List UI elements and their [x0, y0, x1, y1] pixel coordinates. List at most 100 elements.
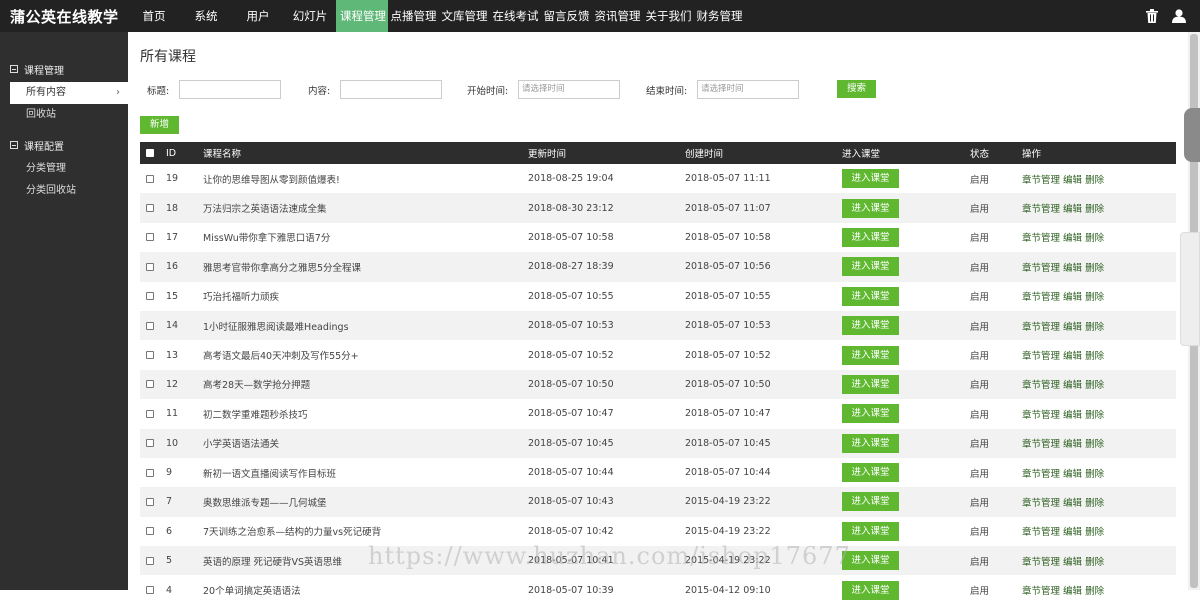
sidebar-item-category-recycle-bin[interactable]: 分类回收站 — [0, 180, 128, 202]
chapter-management-link[interactable]: 章节管理 — [1022, 469, 1060, 480]
edit-link[interactable]: 编辑 — [1063, 410, 1082, 421]
content-filter-input[interactable] — [340, 80, 442, 99]
chapter-management-link[interactable]: 章节管理 — [1022, 175, 1060, 186]
chapter-management-link[interactable]: 章节管理 — [1022, 322, 1060, 333]
chapter-management-link[interactable]: 章节管理 — [1022, 380, 1060, 391]
edit-link[interactable]: 编辑 — [1063, 233, 1082, 244]
row-checkbox[interactable] — [146, 586, 154, 595]
row-checkbox[interactable] — [146, 351, 154, 360]
edit-link[interactable]: 编辑 — [1063, 322, 1082, 333]
chapter-management-link[interactable]: 章节管理 — [1022, 410, 1060, 421]
delete-link[interactable]: 删除 — [1085, 292, 1104, 303]
enter-class-button[interactable]: 进入课堂 — [842, 521, 899, 541]
nav-about-us[interactable]: 关于我们 — [643, 0, 694, 32]
end-time-input[interactable]: 请选择时间 — [697, 80, 799, 99]
nav-feedback[interactable]: 留言反馈 — [541, 0, 592, 32]
title-filter-input[interactable] — [179, 80, 281, 99]
delete-link[interactable]: 删除 — [1085, 439, 1104, 450]
search-button[interactable]: 搜索 — [837, 80, 876, 98]
edit-link[interactable]: 编辑 — [1063, 527, 1082, 538]
chapter-management-link[interactable]: 章节管理 — [1022, 439, 1060, 450]
row-checkbox[interactable] — [146, 439, 154, 448]
chapter-management-link[interactable]: 章节管理 — [1022, 233, 1060, 244]
row-checkbox[interactable] — [146, 556, 154, 565]
enter-class-button[interactable]: 进入课堂 — [842, 433, 899, 453]
enter-class-button[interactable]: 进入课堂 — [842, 227, 899, 247]
sidebar-item-all-content[interactable]: 所有内容 › — [10, 82, 128, 104]
chapter-management-link[interactable]: 章节管理 — [1022, 292, 1060, 303]
delete-link[interactable]: 删除 — [1085, 469, 1104, 480]
edit-link[interactable]: 编辑 — [1063, 351, 1082, 362]
edit-link[interactable]: 编辑 — [1063, 204, 1082, 215]
enter-class-button[interactable]: 进入课堂 — [842, 492, 899, 512]
chapter-management-link[interactable]: 章节管理 — [1022, 263, 1060, 274]
nav-finance[interactable]: 财务管理 — [694, 0, 745, 32]
row-checkbox[interactable] — [146, 409, 154, 418]
row-checkbox[interactable] — [146, 527, 154, 536]
chapter-management-link[interactable]: 章节管理 — [1022, 204, 1060, 215]
edit-link[interactable]: 编辑 — [1063, 175, 1082, 186]
app-logo[interactable]: 蒲公英在线教学 — [0, 6, 128, 27]
sidebar-item-category-management[interactable]: 分类管理 — [0, 158, 128, 180]
side-tool-panel[interactable] — [1180, 232, 1200, 346]
row-checkbox[interactable] — [146, 380, 154, 389]
enter-class-button[interactable]: 进入课堂 — [842, 257, 899, 277]
start-time-input[interactable]: 请选择时间 — [518, 80, 620, 99]
row-checkbox[interactable] — [146, 174, 154, 183]
enter-class-button[interactable]: 进入课堂 — [842, 316, 899, 336]
row-checkbox[interactable] — [146, 204, 154, 213]
trash-icon[interactable] — [1146, 9, 1158, 23]
sidebar-group-course-config[interactable]: 课程配置 — [0, 132, 128, 158]
nav-online-exam[interactable]: 在线考试 — [490, 0, 541, 32]
add-button[interactable]: 新增 — [140, 116, 179, 134]
sidebar-group-course-management[interactable]: 课程管理 — [0, 56, 128, 82]
select-all-checkbox[interactable] — [146, 149, 154, 157]
enter-class-button[interactable]: 进入课堂 — [842, 580, 899, 600]
edit-link[interactable]: 编辑 — [1063, 498, 1082, 509]
nav-home[interactable]: 首页 — [128, 0, 180, 32]
enter-class-button[interactable]: 进入课堂 — [842, 374, 899, 394]
edit-link[interactable]: 编辑 — [1063, 469, 1082, 480]
edit-link[interactable]: 编辑 — [1063, 439, 1082, 450]
user-icon[interactable] — [1172, 9, 1186, 23]
nav-system[interactable]: 系统 — [180, 0, 232, 32]
row-checkbox[interactable] — [146, 233, 154, 242]
row-checkbox[interactable] — [146, 262, 154, 271]
enter-class-button[interactable]: 进入课堂 — [842, 404, 899, 424]
delete-link[interactable]: 删除 — [1085, 498, 1104, 509]
nav-news-management[interactable]: 资讯管理 — [592, 0, 643, 32]
row-checkbox[interactable] — [146, 497, 154, 506]
enter-class-button[interactable]: 进入课堂 — [842, 169, 899, 189]
edit-link[interactable]: 编辑 — [1063, 586, 1082, 597]
nav-course-management[interactable]: 课程管理 — [336, 0, 388, 32]
nav-library-management[interactable]: 文库管理 — [439, 0, 490, 32]
chapter-management-link[interactable]: 章节管理 — [1022, 586, 1060, 597]
delete-link[interactable]: 删除 — [1085, 557, 1104, 568]
edit-link[interactable]: 编辑 — [1063, 380, 1082, 391]
delete-link[interactable]: 删除 — [1085, 204, 1104, 215]
nav-vod-management[interactable]: 点播管理 — [388, 0, 439, 32]
delete-link[interactable]: 删除 — [1085, 586, 1104, 597]
row-checkbox[interactable] — [146, 321, 154, 330]
chapter-management-link[interactable]: 章节管理 — [1022, 351, 1060, 362]
delete-link[interactable]: 删除 — [1085, 410, 1104, 421]
enter-class-button[interactable]: 进入课堂 — [842, 345, 899, 365]
delete-link[interactable]: 删除 — [1085, 175, 1104, 186]
delete-link[interactable]: 删除 — [1085, 351, 1104, 362]
enter-class-button[interactable]: 进入课堂 — [842, 198, 899, 218]
delete-link[interactable]: 删除 — [1085, 322, 1104, 333]
delete-link[interactable]: 删除 — [1085, 380, 1104, 391]
delete-link[interactable]: 删除 — [1085, 527, 1104, 538]
edit-link[interactable]: 编辑 — [1063, 557, 1082, 568]
nav-users[interactable]: 用户 — [232, 0, 284, 32]
side-tool-tab[interactable] — [1184, 108, 1200, 162]
chapter-management-link[interactable]: 章节管理 — [1022, 527, 1060, 538]
row-checkbox[interactable] — [146, 292, 154, 301]
chapter-management-link[interactable]: 章节管理 — [1022, 498, 1060, 509]
edit-link[interactable]: 编辑 — [1063, 292, 1082, 303]
chapter-management-link[interactable]: 章节管理 — [1022, 557, 1060, 568]
sidebar-item-recycle-bin[interactable]: 回收站 — [0, 104, 128, 126]
delete-link[interactable]: 删除 — [1085, 233, 1104, 244]
delete-link[interactable]: 删除 — [1085, 263, 1104, 274]
edit-link[interactable]: 编辑 — [1063, 263, 1082, 274]
